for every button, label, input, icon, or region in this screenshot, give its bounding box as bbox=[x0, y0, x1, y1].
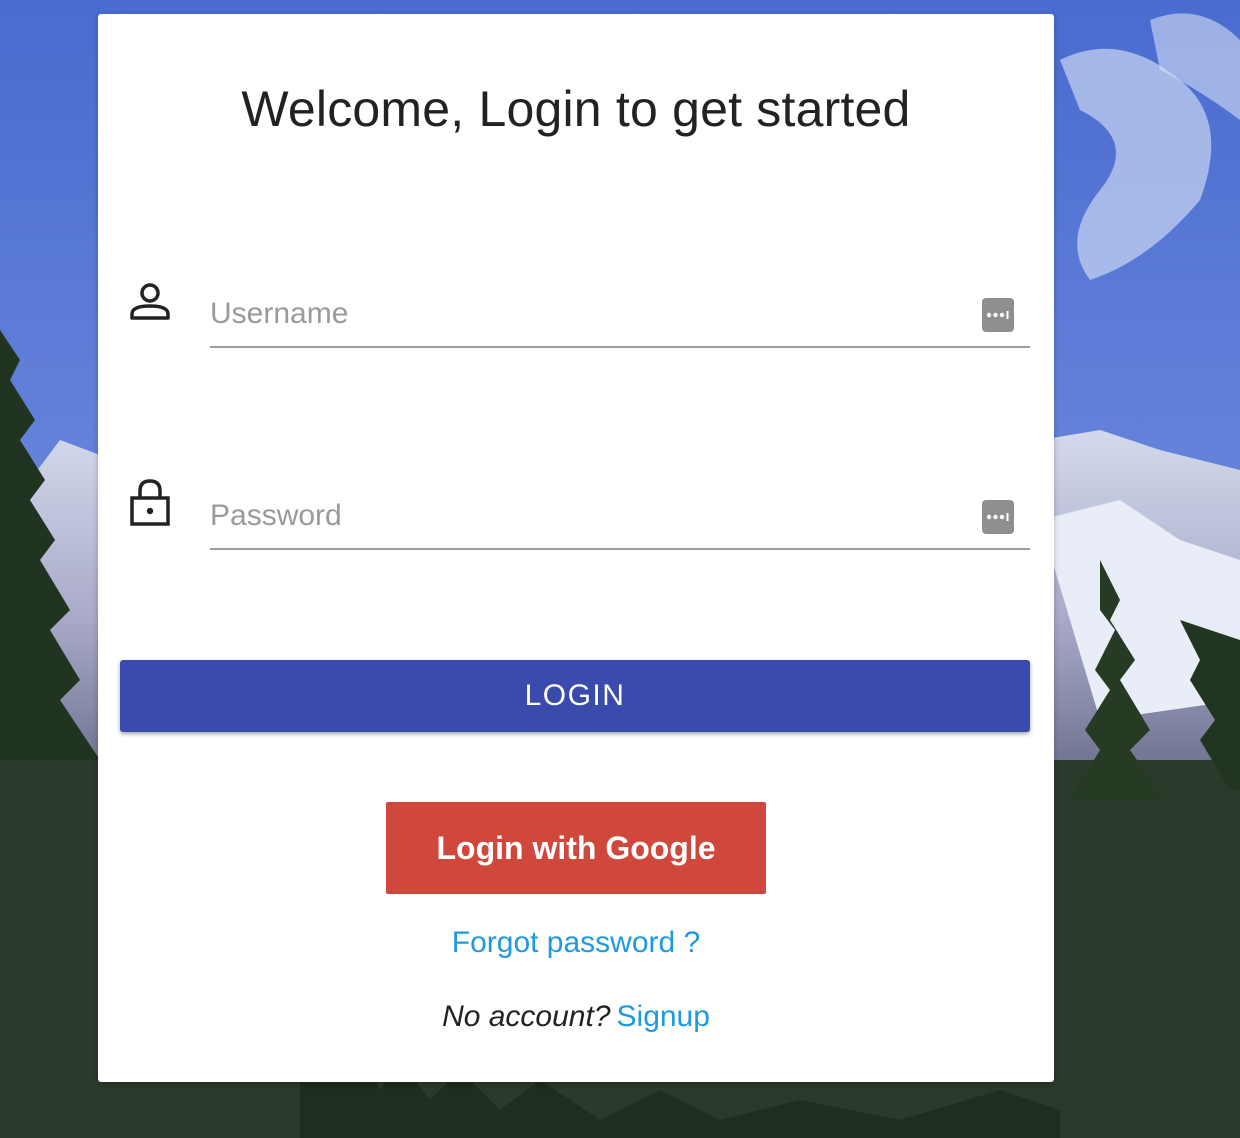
lock-icon bbox=[126, 476, 174, 526]
dots-icon bbox=[986, 513, 1009, 521]
password-input[interactable] bbox=[210, 486, 970, 546]
username-field-wrapper bbox=[210, 284, 1030, 348]
login-button[interactable]: LOGIN bbox=[120, 660, 1030, 732]
person-icon bbox=[126, 276, 174, 324]
login-card: Welcome, Login to get started Username L… bbox=[98, 14, 1054, 1082]
signup-link[interactable]: Signup bbox=[617, 1000, 710, 1033]
password-manager-icon[interactable] bbox=[982, 298, 1014, 332]
no-account-text: No account? bbox=[442, 1000, 611, 1033]
login-with-google-button[interactable]: Login with Google bbox=[386, 802, 766, 894]
dots-icon bbox=[986, 311, 1009, 319]
password-field-wrapper bbox=[210, 486, 1030, 550]
signup-row: No account? Signup bbox=[98, 1000, 1054, 1034]
forgot-password-link[interactable]: Forgot password ? bbox=[98, 926, 1054, 960]
username-input[interactable] bbox=[210, 284, 970, 344]
password-manager-icon[interactable] bbox=[982, 500, 1014, 534]
page-title: Welcome, Login to get started bbox=[241, 81, 911, 137]
